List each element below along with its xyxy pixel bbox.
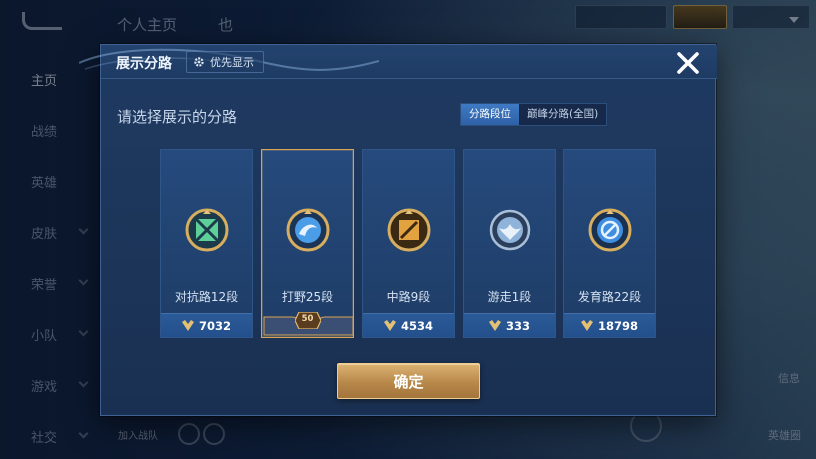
farm-lane-emblem-icon: [588, 208, 631, 252]
lane-mode-segmented-control: 分路段位 巅峰分路(全国): [460, 103, 608, 126]
lane-card-farm[interactable]: 发育路22段 18798: [563, 149, 656, 338]
tab-peak-lane-national[interactable]: 巅峰分路(全国): [519, 104, 606, 125]
mid-lane-emblem-icon: [387, 208, 430, 252]
lane-display-dialog: 展示分路 优先显示 请选择展示的分路 分路段位 巅峰分路(全国) 对抗路12段 …: [79, 44, 717, 416]
dialog-title: 展示分路: [116, 56, 172, 72]
lane-points: 333: [464, 313, 555, 337]
priority-button-label: 优先显示: [210, 56, 254, 69]
dialog-header: 展示分路 优先显示: [79, 45, 717, 79]
lane-card-clash[interactable]: 对抗路12段 7032: [160, 149, 253, 338]
roam-emblem-icon: [489, 209, 530, 251]
clash-lane-emblem-icon: [185, 208, 228, 252]
lane-name: 中路9段: [386, 290, 431, 304]
rank-badge-value: 50: [301, 314, 314, 324]
tab-lane-rank[interactable]: 分路段位: [461, 104, 519, 125]
gear-icon: [194, 57, 204, 67]
lane-points-value: 4534: [400, 318, 433, 333]
lane-points-value: 333: [505, 318, 530, 333]
lane-points: 18798: [564, 313, 655, 337]
lane-card-mid[interactable]: 中路9段 4534: [362, 149, 455, 338]
points-icon: [580, 320, 593, 331]
jungle-emblem-icon: [286, 208, 329, 252]
lane-name: 游走1段: [487, 290, 532, 304]
points-icon: [181, 320, 194, 331]
points-icon: [383, 320, 396, 331]
lane-points: 7032: [161, 313, 252, 337]
lane-points: 4534: [363, 313, 454, 337]
close-icon: [677, 52, 699, 74]
lane-card-roam[interactable]: 游走1段 333: [463, 149, 556, 338]
lane-card-jungle[interactable]: 打野25段 50: [261, 149, 354, 338]
priority-display-button[interactable]: 优先显示: [186, 51, 264, 73]
dialog-subtitle: 请选择展示的分路: [117, 108, 238, 126]
selected-rank-footer: 50: [262, 312, 354, 337]
lane-name: 打野25段: [281, 290, 334, 304]
points-icon: [488, 320, 501, 331]
lane-name: 发育路22段: [577, 290, 642, 304]
confirm-button[interactable]: 确定: [337, 363, 480, 399]
lane-points-value: 7032: [198, 318, 231, 333]
lane-name: 对抗路12段: [174, 290, 239, 304]
close-button[interactable]: [673, 48, 703, 78]
lane-points-value: 18798: [597, 318, 638, 333]
